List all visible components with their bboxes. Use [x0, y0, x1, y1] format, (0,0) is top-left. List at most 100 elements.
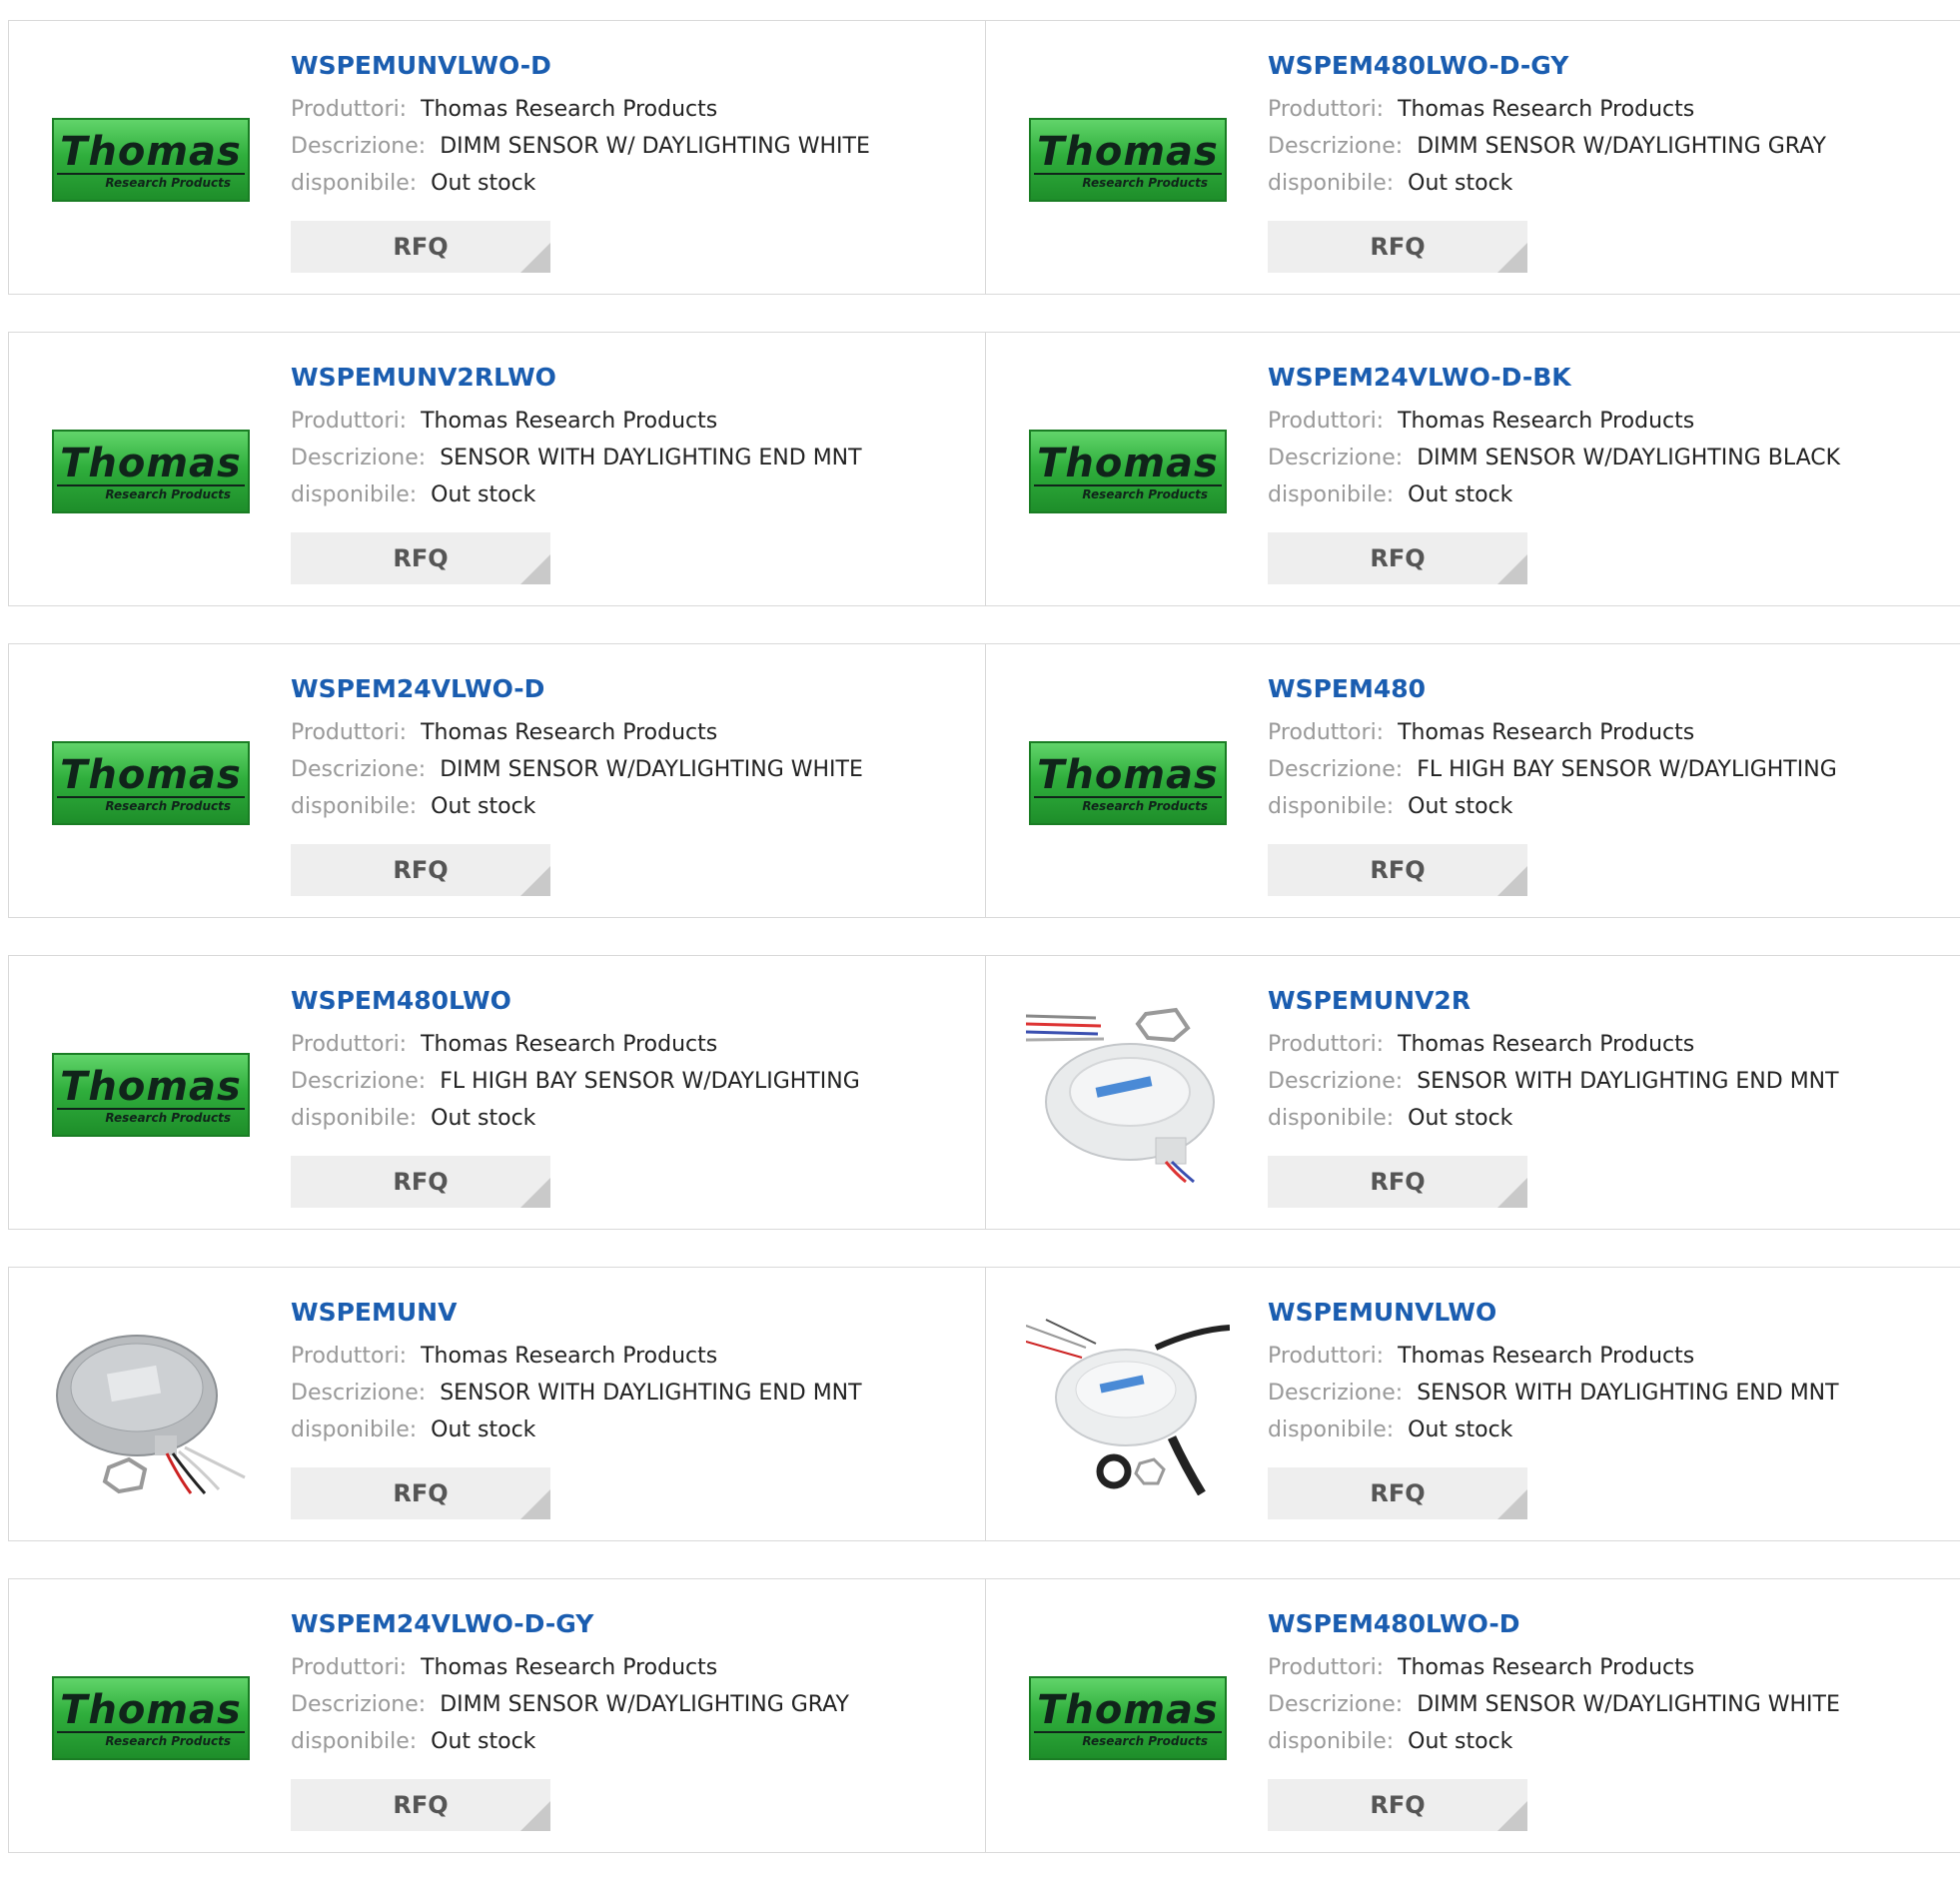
product-card: WSPEMUNV Produttori: Thomas Research Prod… — [9, 1268, 986, 1540]
product-image-thomas-logo[interactable]: Thomas Research Products — [1026, 694, 1230, 872]
product-image-thomas-logo[interactable]: Thomas Research Products — [1026, 1629, 1230, 1807]
rfq-button[interactable]: RFQ — [1268, 221, 1527, 273]
thomas-logo: Thomas Research Products — [52, 430, 250, 513]
product-title-link[interactable]: WSPEMUNV2R — [1268, 984, 1951, 1018]
description-row: Descrizione: DIMM SENSOR W/DAYLIGHTING WH… — [1268, 1692, 1840, 1717]
availability-row: disponibile: Out stock — [1268, 1106, 1513, 1131]
availability-row: disponibile: Out stock — [291, 482, 536, 507]
description-row: Descrizione: FL HIGH BAY SENSOR W/DAYLIGH… — [1268, 757, 1837, 782]
availability-row: disponibile: Out stock — [1268, 1729, 1513, 1754]
product-title-link[interactable]: WSPEM480LWO-D — [1268, 1607, 1951, 1641]
availability-row: disponibile: Out stock — [291, 1106, 536, 1131]
product-image-thomas-logo[interactable]: Thomas Research Products — [49, 383, 253, 560]
product-title-link[interactable]: WSPEMUNV2RLWO — [291, 361, 975, 395]
rfq-button[interactable]: RFQ — [291, 1156, 550, 1208]
thomas-logo: Thomas Research Products — [1029, 741, 1227, 825]
product-grid: Thomas Research Products WSPEMUNVLWO-D P… — [8, 20, 1960, 1890]
rfq-button[interactable]: RFQ — [1268, 844, 1527, 896]
rfq-button[interactable]: RFQ — [291, 221, 550, 273]
product-card: Thomas Research Products WSPEM24VLWO-D-G… — [9, 1579, 986, 1852]
manufacturer-row: Produttori: Thomas Research Products — [291, 720, 718, 745]
product-row: Thomas Research Products WSPEM24VLWO-D-G… — [8, 1578, 1960, 1853]
product-image-thomas-logo[interactable]: Thomas Research Products — [49, 71, 253, 249]
availability-row: disponibile: Out stock — [1268, 482, 1513, 507]
product-card: Thomas Research Products WSPEM480LWO Pro… — [9, 956, 986, 1229]
product-title-link[interactable]: WSPEM24VLWO-D-GY — [291, 1607, 975, 1641]
availability-row: disponibile: Out stock — [291, 1418, 536, 1442]
manufacturer-row: Produttori: Thomas Research Products — [1268, 1655, 1695, 1680]
product-row: Thomas Research Products WSPEM24VLWO-D P… — [8, 643, 1960, 918]
manufacturer-row: Produttori: Thomas Research Products — [1268, 720, 1695, 745]
thomas-logo: Thomas Research Products — [52, 741, 250, 825]
rfq-button[interactable]: RFQ — [1268, 532, 1527, 584]
product-title-link[interactable]: WSPEMUNV — [291, 1296, 975, 1330]
product-row: Thomas Research Products WSPEM480LWO Pro… — [8, 955, 1960, 1230]
product-card: Thomas Research Products WSPEM480LWO-D-G… — [986, 21, 1960, 294]
product-card: Thomas Research Products WSPEMUNV2RLWO P… — [9, 333, 986, 605]
product-image-thomas-logo[interactable]: Thomas Research Products — [1026, 383, 1230, 560]
manufacturer-row: Produttori: Thomas Research Products — [291, 1344, 718, 1369]
product-image-thomas-logo[interactable]: Thomas Research Products — [49, 1006, 253, 1184]
description-row: Descrizione: DIMM SENSOR W/DAYLIGHTING GR… — [1268, 134, 1826, 159]
product-title-link[interactable]: WSPEM480LWO-D-GY — [1268, 49, 1951, 83]
product-card: Thomas Research Products WSPEM24VLWO-D P… — [9, 644, 986, 917]
availability-row: disponibile: Out stock — [1268, 1418, 1513, 1442]
product-title-link[interactable]: WSPEM24VLWO-D-BK — [1268, 361, 1951, 395]
sensor-photo-icon — [56, 1335, 246, 1494]
description-row: Descrizione: DIMM SENSOR W/DAYLIGHTING GR… — [291, 1692, 849, 1717]
manufacturer-row: Produttori: Thomas Research Products — [1268, 1032, 1695, 1057]
manufacturer-row: Produttori: Thomas Research Products — [1268, 1344, 1695, 1369]
description-row: Descrizione: DIMM SENSOR W/DAYLIGHTING WH… — [291, 757, 863, 782]
product-image-sensor-photo[interactable] — [1026, 1006, 1230, 1184]
availability-row: disponibile: Out stock — [291, 794, 536, 819]
thomas-logo: Thomas Research Products — [52, 118, 250, 202]
thomas-logo: Thomas Research Products — [52, 1676, 250, 1760]
description-row: Descrizione: FL HIGH BAY SENSOR W/DAYLIGH… — [291, 1069, 860, 1094]
manufacturer-row: Produttori: Thomas Research Products — [291, 409, 718, 434]
description-row: Descrizione: SENSOR WITH DAYLIGHTING END … — [1268, 1381, 1839, 1406]
thomas-logo: Thomas Research Products — [1029, 118, 1227, 202]
description-row: Descrizione: SENSOR WITH DAYLIGHTING END … — [291, 446, 862, 471]
rfq-button[interactable]: RFQ — [1268, 1156, 1527, 1208]
rfq-button[interactable]: RFQ — [291, 1467, 550, 1519]
product-card: WSPEMUNV2R Produttori: Thomas Research Pr… — [986, 956, 1960, 1229]
product-image-sensor-photo[interactable] — [49, 1318, 253, 1495]
sensor-photo-icon — [1026, 1319, 1230, 1495]
rfq-button[interactable]: RFQ — [291, 844, 550, 896]
sensor-photo-icon — [1026, 1007, 1215, 1184]
product-title-link[interactable]: WSPEM480LWO — [291, 984, 975, 1018]
manufacturer-row: Produttori: Thomas Research Products — [291, 1655, 718, 1680]
thomas-logo: Thomas Research Products — [1029, 430, 1227, 513]
thomas-logo: Thomas Research Products — [1029, 1676, 1227, 1760]
product-title-link[interactable]: WSPEM480 — [1268, 672, 1951, 706]
product-card: Thomas Research Products WSPEMUNVLWO-D P… — [9, 21, 986, 294]
availability-row: disponibile: Out stock — [291, 171, 536, 196]
product-image-thomas-logo[interactable]: Thomas Research Products — [49, 1629, 253, 1807]
availability-row: disponibile: Out stock — [1268, 171, 1513, 196]
product-image-thomas-logo[interactable]: Thomas Research Products — [1026, 71, 1230, 249]
product-row: WSPEMUNV Produttori: Thomas Research Prod… — [8, 1267, 1960, 1541]
product-image-thomas-logo[interactable]: Thomas Research Products — [49, 694, 253, 872]
product-title-link[interactable]: WSPEMUNVLWO — [1268, 1296, 1951, 1330]
product-card: Thomas Research Products WSPEM480LWO-D P… — [986, 1579, 1960, 1852]
availability-row: disponibile: Out stock — [1268, 794, 1513, 819]
manufacturer-row: Produttori: Thomas Research Products — [1268, 97, 1695, 122]
rfq-button[interactable]: RFQ — [1268, 1779, 1527, 1831]
description-row: Descrizione: DIMM SENSOR W/ DAYLIGHTING W… — [291, 134, 870, 159]
product-title-link[interactable]: WSPEM24VLWO-D — [291, 672, 975, 706]
description-row: Descrizione: DIMM SENSOR W/DAYLIGHTING BL… — [1268, 446, 1841, 471]
thomas-logo: Thomas Research Products — [52, 1053, 250, 1137]
product-row: Thomas Research Products WSPEMUNV2RLWO P… — [8, 332, 1960, 606]
availability-row: disponibile: Out stock — [291, 1729, 536, 1754]
product-card: Thomas Research Products WSPEM480 Produt… — [986, 644, 1960, 917]
rfq-button[interactable]: RFQ — [1268, 1467, 1527, 1519]
rfq-button[interactable]: RFQ — [291, 1779, 550, 1831]
rfq-button[interactable]: RFQ — [291, 532, 550, 584]
product-card: Thomas Research Products WSPEM24VLWO-D-B… — [986, 333, 1960, 605]
description-row: Descrizione: SENSOR WITH DAYLIGHTING END … — [1268, 1069, 1839, 1094]
product-card: WSPEMUNVLWO Produttori: Thomas Research P… — [986, 1268, 1960, 1540]
product-title-link[interactable]: WSPEMUNVLWO-D — [291, 49, 975, 83]
manufacturer-row: Produttori: Thomas Research Products — [291, 97, 718, 122]
product-image-sensor-photo[interactable] — [1026, 1318, 1230, 1495]
description-row: Descrizione: SENSOR WITH DAYLIGHTING END … — [291, 1381, 862, 1406]
